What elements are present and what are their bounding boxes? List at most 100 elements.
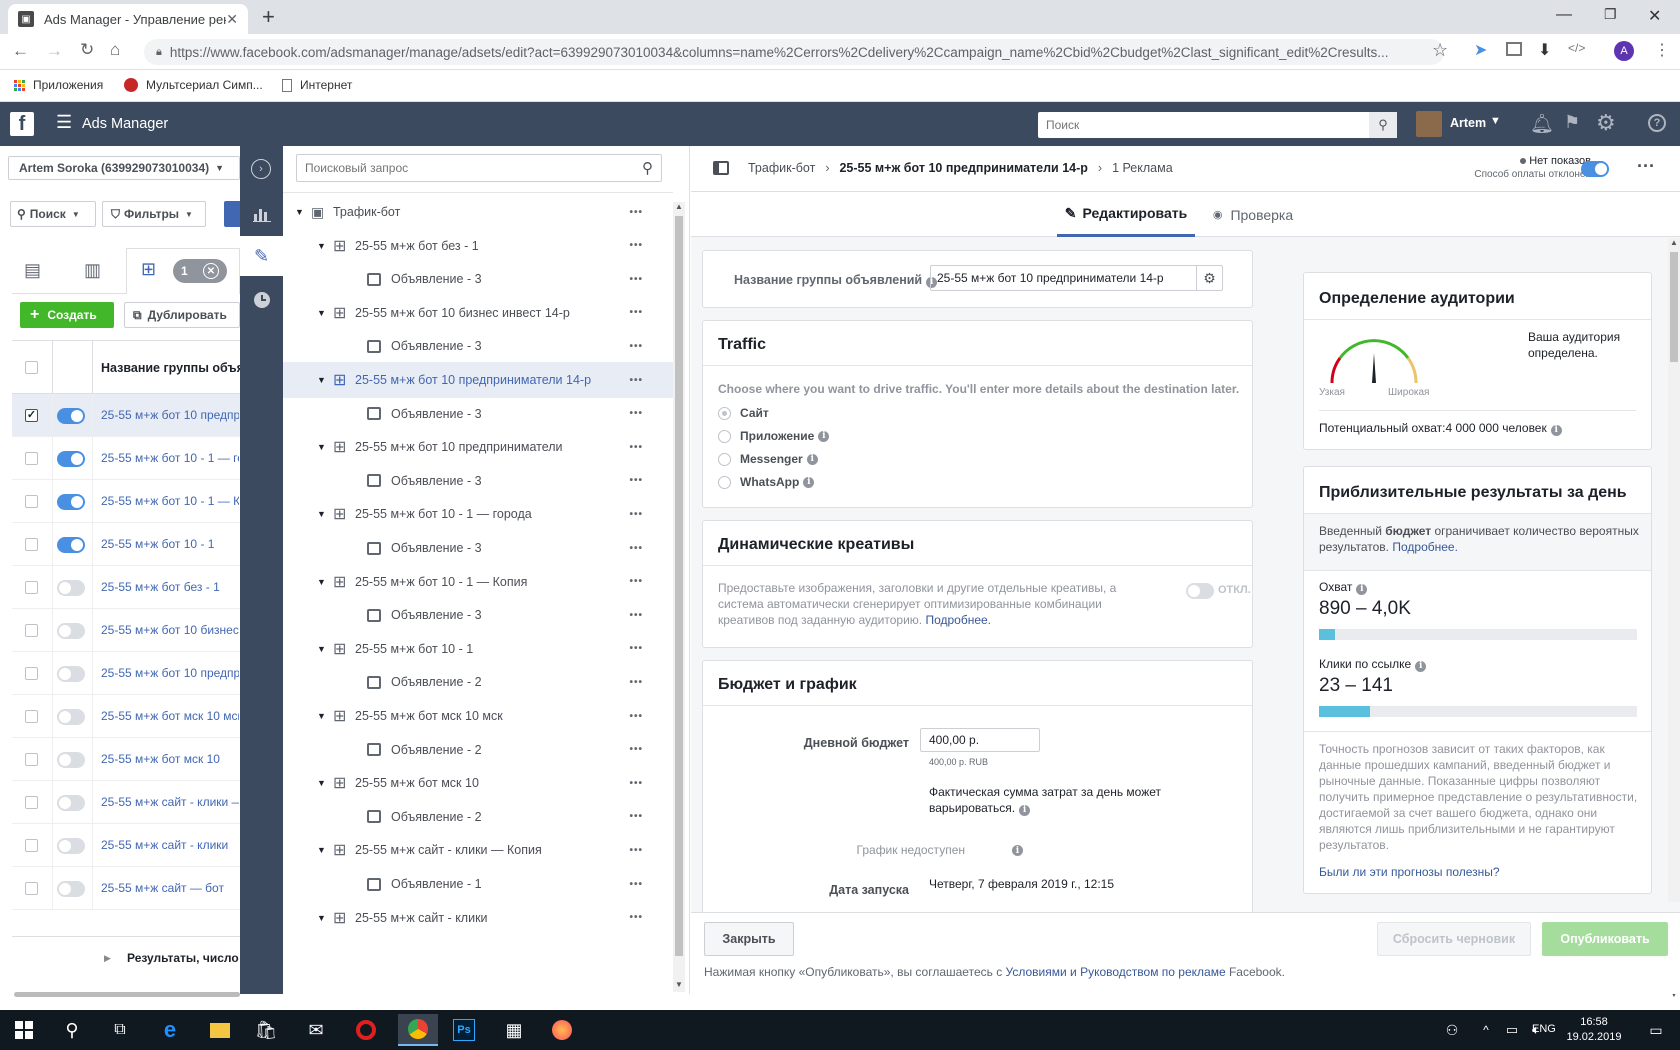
window-restore-icon[interactable]: ❐ <box>1604 6 1617 23</box>
browser-tab[interactable]: ▣ Ads Manager - Управление рекл ✕ <box>8 4 248 34</box>
row-name-link[interactable]: 25-55 м+ж бот мск 10 мск <box>101 709 239 723</box>
breadcrumb-ads[interactable]: 1 Реклама <box>1112 161 1173 175</box>
tree-search[interactable]: ⚲ <box>296 154 662 182</box>
info-icon[interactable]: i <box>1550 424 1562 436</box>
more-options-icon[interactable]: ••• <box>629 442 643 453</box>
publish-button[interactable]: Опубликовать <box>1542 922 1668 956</box>
radio-button[interactable] <box>718 452 731 466</box>
tree-item-ad[interactable]: Объявление - 3 ••• <box>283 463 673 499</box>
pencil-edit-icon[interactable]: ✎ <box>240 236 283 276</box>
opera-icon[interactable] <box>350 1014 382 1046</box>
scroll-up-icon[interactable]: ▲ <box>675 202 683 211</box>
tree-item-ad[interactable]: Объявление - 2 ••• <box>283 799 673 835</box>
create-button[interactable]: + Создать <box>20 302 114 328</box>
close-button[interactable]: Закрыть <box>704 922 794 956</box>
tree-item-adset[interactable]: ▼ ⊞ 25-55 м+ж бот 10 - 1 — Копия ••• <box>283 564 673 600</box>
tree-item-adset[interactable]: ▼ ⊞ 25-55 м+ж бот без - 1 ••• <box>283 228 673 264</box>
tree-item-ad[interactable]: Объявление - 3 ••• <box>283 530 673 566</box>
photoshop-icon[interactable]: Ps <box>448 1014 480 1046</box>
row-status-toggle[interactable] <box>57 752 85 768</box>
account-selector[interactable]: Artem Soroka (639929073010034) ▼ <box>8 156 240 180</box>
notifications-icon[interactable]: 🔔︎ <box>1530 112 1554 136</box>
window-minimize-icon[interactable]: — <box>1556 6 1572 24</box>
tab-close-icon[interactable]: ✕ <box>226 11 238 28</box>
caret-down-icon[interactable]: ▼ <box>317 711 326 721</box>
info-icon[interactable]: i <box>1019 804 1031 816</box>
reload-icon[interactable]: ↻ <box>80 40 94 60</box>
browser-menu-icon[interactable]: ⋮ <box>1654 40 1670 60</box>
filters-dropdown[interactable]: ⛉ Фильтры ▼ <box>102 201 206 227</box>
select-all-checkbox[interactable] <box>25 361 38 374</box>
new-tab-button[interactable]: + <box>262 4 275 30</box>
table-row[interactable]: 25-55 м+ж сайт - клики <box>12 824 240 867</box>
breadcrumb-adset[interactable]: 25-55 м+ж бот 10 предприниматели 14-р <box>839 161 1087 175</box>
caret-down-icon[interactable]: ▼ <box>317 778 326 788</box>
row-name-link[interactable]: 25-55 м+ж бот 10 - 1 — го <box>101 451 239 465</box>
row-name-link[interactable]: 25-55 м+ж бот 10 предпр <box>101 408 239 422</box>
row-name-link[interactable]: 25-55 м+ж сайт — бот <box>101 881 239 895</box>
scroll-down-icon[interactable]: ▼ <box>675 980 683 989</box>
table-row[interactable]: 25-55 м+ж сайт — бот <box>12 867 240 910</box>
row-name-link[interactable]: 25-55 м+ж сайт - клики — <box>101 795 239 809</box>
table-row[interactable]: 25-55 м+ж бот мск 10 мск <box>12 695 240 738</box>
more-options-icon[interactable]: ••• <box>629 879 643 890</box>
header-search[interactable]: ⚲ <box>1038 112 1397 138</box>
traffic-option-site[interactable]: Сайт <box>718 406 769 420</box>
bookmark-simpsons[interactable]: Мультсериал Симп... <box>124 78 263 92</box>
back-icon[interactable]: ← <box>12 41 29 61</box>
more-options-icon[interactable]: ••• <box>629 610 643 621</box>
table-row[interactable]: 25-55 м+ж бот 10 - 1 — К <box>12 480 240 523</box>
tree-item-ad[interactable]: Объявление - 3 ••• <box>283 328 673 364</box>
bar-chart-icon[interactable] <box>240 194 283 234</box>
caret-down-icon[interactable]: ▼ <box>317 577 326 587</box>
discard-draft-button[interactable]: Сбросить черновик <box>1377 922 1531 956</box>
more-options-icon[interactable]: ••• <box>629 509 643 520</box>
info-icon[interactable]: i <box>1415 660 1427 672</box>
tree-item-adset[interactable]: ▼ ⊞ 25-55 м+ж бот 10 предприниматели 14-р •… <box>283 362 673 398</box>
learn-more-link[interactable]: Подробнее. <box>1392 540 1458 554</box>
language-indicator[interactable]: ENG <box>1532 1023 1556 1035</box>
hamburger-menu-icon[interactable]: ☰ <box>56 112 72 133</box>
tree-item-adset[interactable]: ▼ ⊞ 25-55 м+ж бот 10 - 1 — города ••• <box>283 496 673 532</box>
firefox-icon[interactable] <box>546 1014 578 1046</box>
facebook-logo-icon[interactable]: f <box>10 112 34 136</box>
notification-center-icon[interactable]: ▭ <box>1640 1014 1672 1046</box>
help-icon[interactable]: ? <box>1648 114 1666 132</box>
more-options-icon[interactable]: ••• <box>629 240 643 251</box>
scroll-thumb[interactable] <box>1670 252 1678 362</box>
more-options-icon[interactable]: ••• <box>629 643 643 654</box>
row-name-link[interactable]: 25-55 м+ж бот мск 10 <box>101 752 239 766</box>
row-checkbox[interactable] <box>25 839 38 852</box>
tree-item-campaign[interactable]: ▼ ▣ Трафик-бот ••• <box>283 202 673 230</box>
more-options-icon[interactable]: ••• <box>629 576 643 587</box>
gear-icon[interactable]: ⚙ <box>1196 266 1222 290</box>
forward-icon[interactable]: → <box>46 41 63 61</box>
caret-down-icon[interactable]: ▼ <box>317 845 326 855</box>
clear-selection-icon[interactable]: ✕ <box>203 263 219 279</box>
extension-image-icon[interactable] <box>1506 42 1522 56</box>
extension-code-icon[interactable]: </> <box>1568 41 1585 55</box>
more-options-icon[interactable]: ••• <box>629 711 643 722</box>
search-icon[interactable]: ⚲ <box>642 159 653 177</box>
row-checkbox[interactable] <box>25 710 38 723</box>
flag-icon[interactable]: ⚑ <box>1564 112 1580 133</box>
traffic-option-whatsapp[interactable]: WhatsApp i <box>718 475 815 489</box>
bookmark-internet[interactable]: Интернет <box>282 78 352 92</box>
tree-item-ad[interactable]: Объявление - 2 ••• <box>283 732 673 768</box>
row-status-toggle[interactable] <box>57 580 85 596</box>
more-options-icon[interactable]: ••• <box>629 475 643 486</box>
info-icon[interactable]: i <box>1012 845 1023 856</box>
row-name-link[interactable]: 25-55 м+ж сайт - клики <box>101 838 239 852</box>
row-status-toggle[interactable] <box>57 623 85 639</box>
home-icon[interactable]: ⌂ <box>110 40 120 60</box>
profile-avatar[interactable]: A <box>1614 41 1634 61</box>
windows-start-icon[interactable] <box>8 1014 40 1046</box>
row-status-toggle[interactable] <box>57 709 85 725</box>
row-status-toggle[interactable] <box>57 537 85 553</box>
chevron-right-icon[interactable]: ▶ <box>104 953 111 964</box>
more-options-icon[interactable]: ••• <box>629 778 643 789</box>
row-checkbox[interactable] <box>25 753 38 766</box>
tree-item-ad[interactable]: Объявление - 3 ••• <box>283 396 673 432</box>
row-status-toggle[interactable] <box>57 408 85 424</box>
editor-scrollbar[interactable]: ▲ ▼ <box>1668 238 1680 999</box>
